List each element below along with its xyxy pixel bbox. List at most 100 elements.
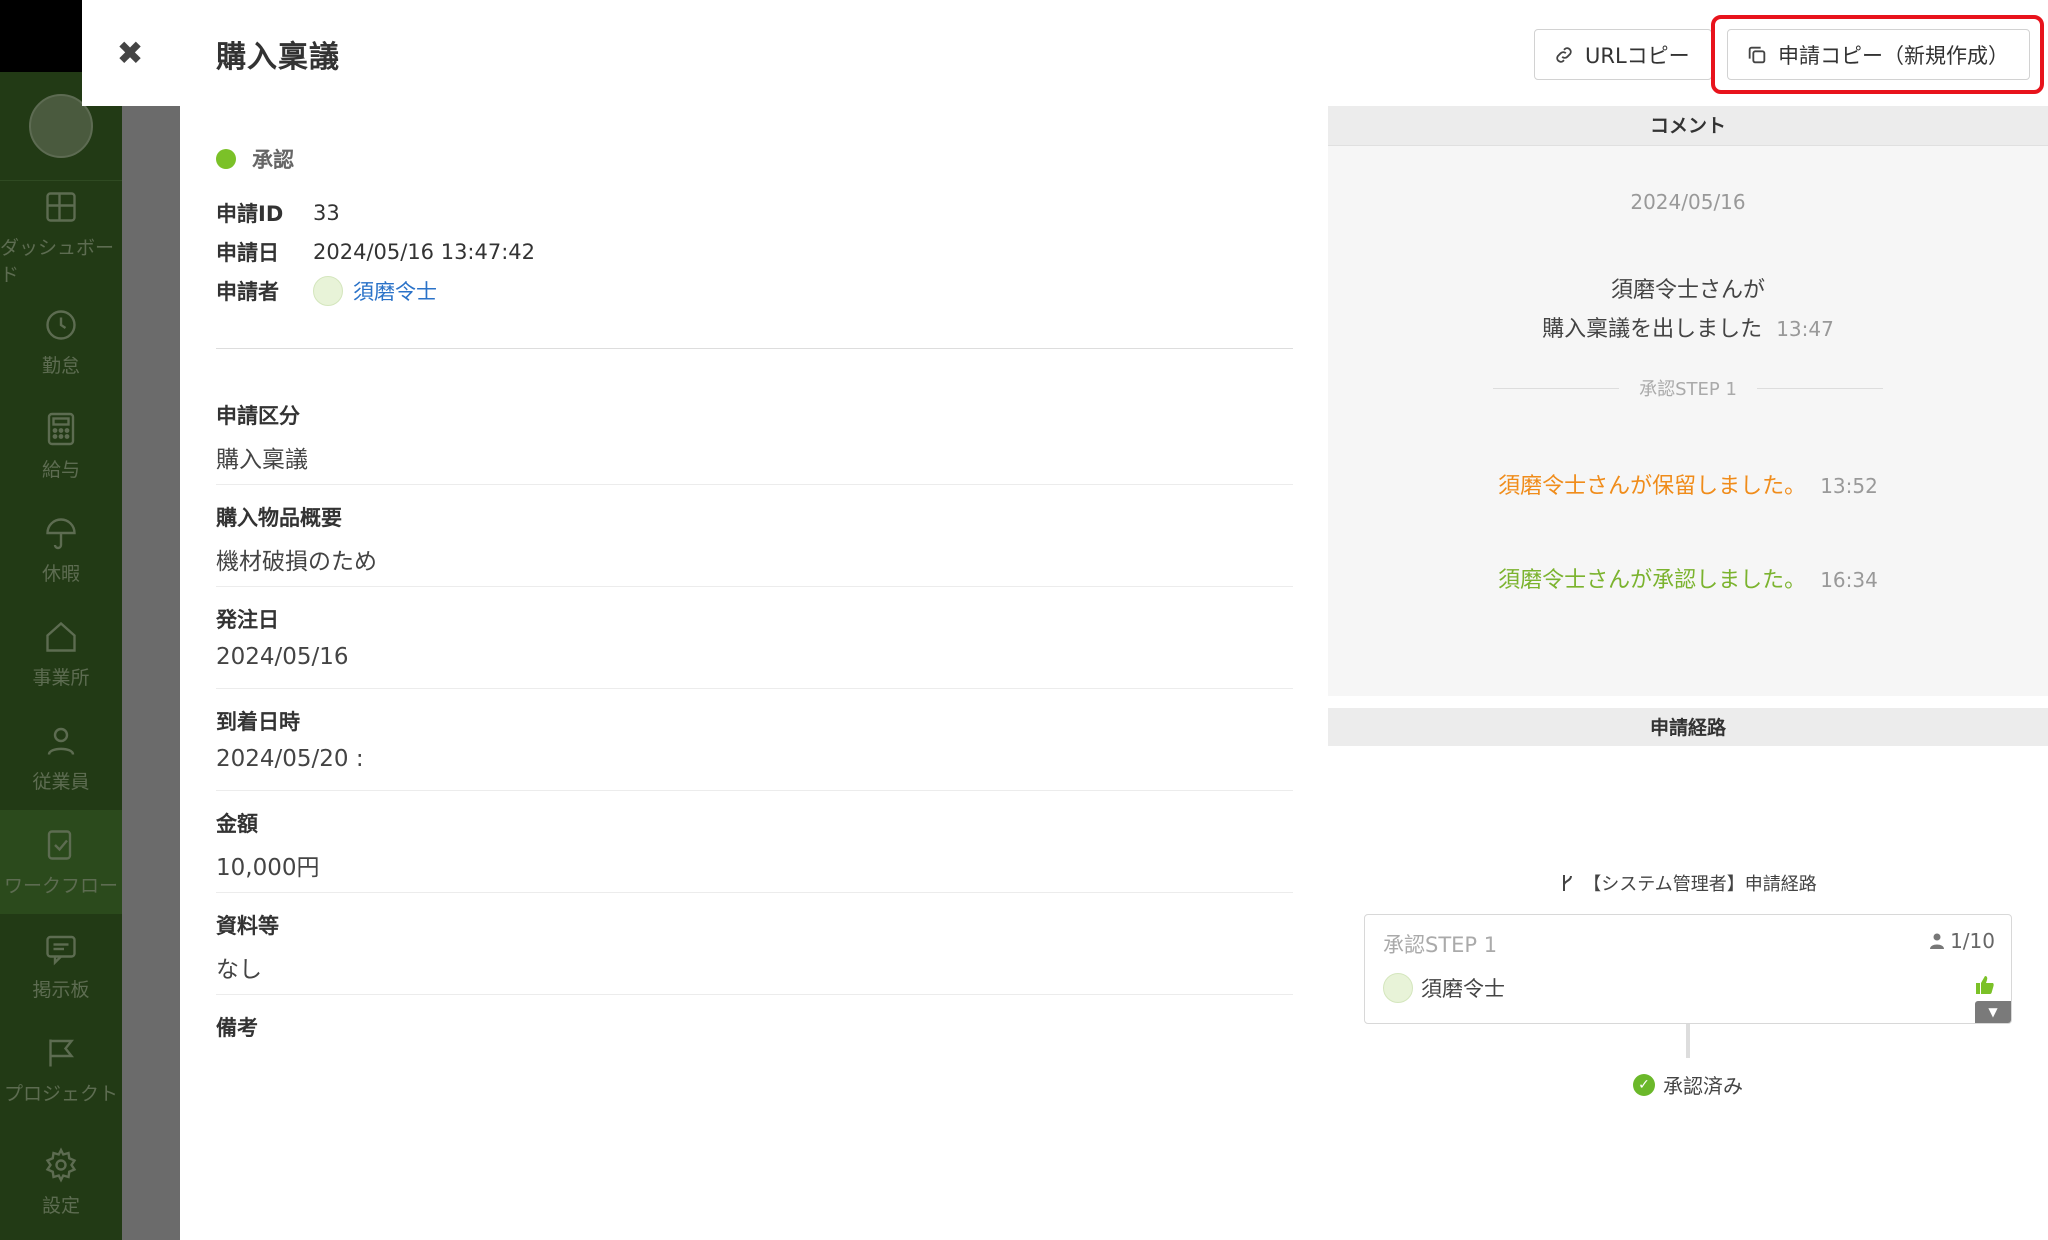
- check-icon: ✓: [1633, 1073, 1655, 1096]
- meta-label: 申請ID: [216, 202, 284, 226]
- home-icon: [46, 621, 76, 652]
- url-copy-button[interactable]: URLコピー: [1534, 29, 1712, 80]
- chevron-down-icon[interactable]: ▼: [1975, 1001, 2011, 1023]
- sidebar-item-label: 掲示板: [32, 978, 90, 1001]
- step-divider-label: 承認STEP 1: [1619, 375, 1757, 401]
- status-label: 承認: [252, 148, 294, 172]
- divider: [216, 994, 1293, 995]
- sidebar-item-label: 休暇: [41, 562, 80, 585]
- field-value: 2024/05/20 :: [216, 746, 364, 772]
- sidebar-item-label: 設定: [41, 1194, 80, 1217]
- field-label: 発注日: [216, 608, 279, 632]
- approved-label: 承認済み: [1663, 1074, 1743, 1098]
- sidebar-item-label: ワークフロー: [3, 874, 118, 897]
- close-button[interactable]: ✖: [114, 34, 146, 72]
- sidebar-item-board[interactable]: 掲示板: [0, 914, 122, 1018]
- field-label: 申請区分: [216, 404, 300, 428]
- divider: [1756, 387, 1884, 389]
- sidebar-item-label: 事業所: [32, 666, 90, 689]
- field-label: 備考: [216, 1016, 258, 1040]
- divider: [216, 892, 1293, 893]
- applicant-name: 須磨令士: [353, 280, 437, 304]
- sidebar-item-settings[interactable]: 設定: [0, 1130, 122, 1234]
- field-remarks: 備考: [216, 1012, 1293, 1052]
- status-badge: 承認: [216, 144, 294, 174]
- sidebar-item-leave[interactable]: 休暇: [0, 498, 122, 602]
- meta-request-id: 申請ID 33: [216, 198, 340, 228]
- page-title: 購入稟議: [216, 40, 340, 75]
- sidebar-item-project[interactable]: プロジェクト: [0, 1018, 122, 1122]
- link-icon: [1556, 46, 1572, 63]
- divider: [0, 180, 122, 181]
- sidebar-item-salary[interactable]: 給与: [0, 394, 122, 498]
- overlay-backdrop: [122, 106, 180, 1240]
- step-title: 承認STEP 1: [1383, 933, 1498, 957]
- avatar: [313, 276, 343, 306]
- status-dot-icon: [216, 149, 236, 169]
- meta-value: 33: [313, 201, 340, 225]
- meta-request-date: 申請日 2024/05/16 13:47:42: [216, 237, 535, 267]
- divider: [216, 348, 1293, 349]
- divider: [216, 688, 1293, 689]
- approval-step-card[interactable]: 承認STEP 1 1/10 須磨令士 ▼: [1364, 914, 2012, 1024]
- comment-time: 13:47: [1776, 317, 1834, 341]
- field-value: 10,000円: [216, 855, 320, 881]
- calculator-icon: [47, 412, 75, 445]
- field-item-summary: 購入物品概要 機材破損のため: [216, 502, 1293, 576]
- dashboard-icon: [46, 192, 76, 222]
- divider: [216, 790, 1293, 791]
- flag-icon: [49, 1039, 74, 1066]
- route-connector: [1686, 1024, 1690, 1058]
- meta-value: 2024/05/16 13:47:42: [313, 240, 536, 264]
- field-label: 資料等: [216, 914, 279, 938]
- sidebar-item-label: プロジェクト: [3, 1082, 118, 1105]
- sidebar-item-label: ダッシュボード: [0, 237, 115, 286]
- sidebar-item-workflow[interactable]: ワークフロー: [0, 810, 122, 914]
- comment-text: 購入稟議を出しました: [1542, 317, 1763, 342]
- url-copy-label: URLコピー: [1585, 43, 1690, 68]
- sidebar-item-employees[interactable]: 従業員: [0, 706, 122, 810]
- request-detail: 承認 申請ID 33 申請日 2024/05/16 13:47:42 申請者 須…: [180, 106, 1328, 1240]
- route-name-label: 【システム管理者】申請経路: [1583, 874, 1817, 895]
- approval-route: 【システム管理者】申請経路 承認STEP 1 1/10 須磨令士 ▼ ✓ 承認済…: [1328, 746, 2048, 1240]
- meta-label: 申請日: [216, 241, 279, 265]
- person-icon: [1930, 933, 1945, 949]
- sidebar-item-dashboard[interactable]: ダッシュボード: [0, 186, 122, 290]
- step-count: 1/10: [1930, 929, 1995, 953]
- field-category: 申請区分 購入稟議: [216, 400, 1293, 474]
- comment-text: 須磨令士さんが承認しました。: [1498, 568, 1807, 593]
- comment-date: 2024/05/16: [1630, 190, 1746, 214]
- comment-timeline: 2024/05/16 須磨令士さんが 購入稟議を出しました 13:47 承認STE…: [1328, 146, 2048, 696]
- workflow-icon: [47, 829, 72, 860]
- sidebar-item-attendance[interactable]: 勤怠: [0, 290, 122, 394]
- field-value: 2024/05/16: [216, 644, 349, 670]
- branch-icon: [1563, 875, 1573, 891]
- applicant-link[interactable]: 須磨令士: [313, 276, 437, 306]
- sidebar-item-office[interactable]: 事業所: [0, 602, 122, 706]
- message-icon: [46, 935, 76, 965]
- avatar: [1383, 973, 1413, 1003]
- field-arrival-datetime: 到着日時 2024/05/20 :: [216, 706, 1293, 772]
- side-panel: コメント 2024/05/16 須磨令士さんが 購入稟議を出しました 13:47 …: [1328, 106, 2048, 1240]
- field-amount: 金額 10,000円: [216, 808, 1293, 882]
- gear-icon: [45, 1146, 77, 1183]
- comment-approve: 須磨令士さんが承認しました。 16:34: [1328, 562, 2048, 594]
- meta-label: 申請者: [216, 280, 279, 304]
- comment-time: 13:52: [1820, 474, 1878, 498]
- field-value: なし: [216, 957, 262, 983]
- comment-hold: 須磨令士さんが保留しました。 13:52: [1328, 468, 2048, 500]
- field-label: 購入物品概要: [216, 506, 342, 530]
- clock-icon: [46, 309, 76, 340]
- umbrella-icon: [46, 517, 76, 549]
- sidebar: ダッシュボード 勤怠 給与 休暇 事業所 従業員 ワークフロー 掲示板 プロジェ…: [0, 0, 122, 1240]
- meta-applicant: 申請者 須磨令士: [216, 276, 437, 306]
- thumbs-up-icon: [1975, 975, 1995, 1000]
- route-header: 申請経路: [1328, 708, 2048, 748]
- highlight-box: [1711, 15, 2044, 94]
- comment-text-line2: 購入稟議を出しました 13:47: [1328, 310, 2048, 349]
- field-order-date: 発注日 2024/05/16: [216, 604, 1293, 670]
- step-divider: 承認STEP 1: [1493, 375, 1884, 401]
- comment-submit: 須磨令士さんが 購入稟議を出しました 13:47: [1328, 272, 2048, 349]
- field-label: 到着日時: [216, 710, 300, 734]
- divider: [216, 586, 1293, 587]
